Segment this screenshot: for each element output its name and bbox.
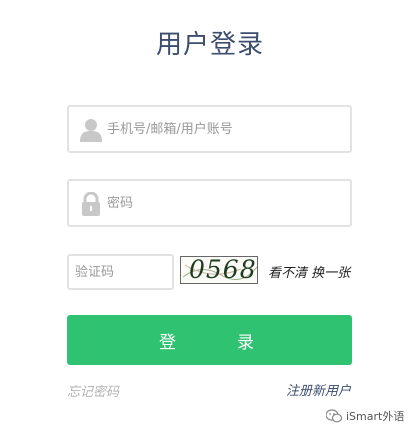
register-link[interactable]: 注册新用户	[286, 380, 351, 399]
forgot-password-link[interactable]: 忘记密码	[67, 381, 119, 400]
captcha-input[interactable]	[67, 254, 174, 290]
username-field[interactable]	[67, 105, 352, 153]
password-input[interactable]	[107, 181, 345, 225]
captcha-refresh-link[interactable]: 看不清 换一张	[268, 262, 350, 281]
username-input[interactable]	[107, 107, 345, 151]
page-title: 用户登录	[155, 30, 264, 60]
lock-icon	[80, 191, 102, 216]
watermark: iSmart外语	[326, 408, 404, 424]
password-field[interactable]	[67, 179, 352, 227]
watermark-text: iSmart外语	[346, 410, 405, 423]
login-page: 用户登录 0568 看不清 换一张 登 录 忘记密码 注册新用户	[0, 0, 420, 431]
wechat-icon	[326, 409, 342, 423]
captcha-code: 0568	[189, 256, 257, 284]
captcha-image[interactable]: 0568	[180, 256, 258, 284]
login-button[interactable]: 登 录	[67, 315, 352, 365]
user-icon	[80, 118, 102, 142]
